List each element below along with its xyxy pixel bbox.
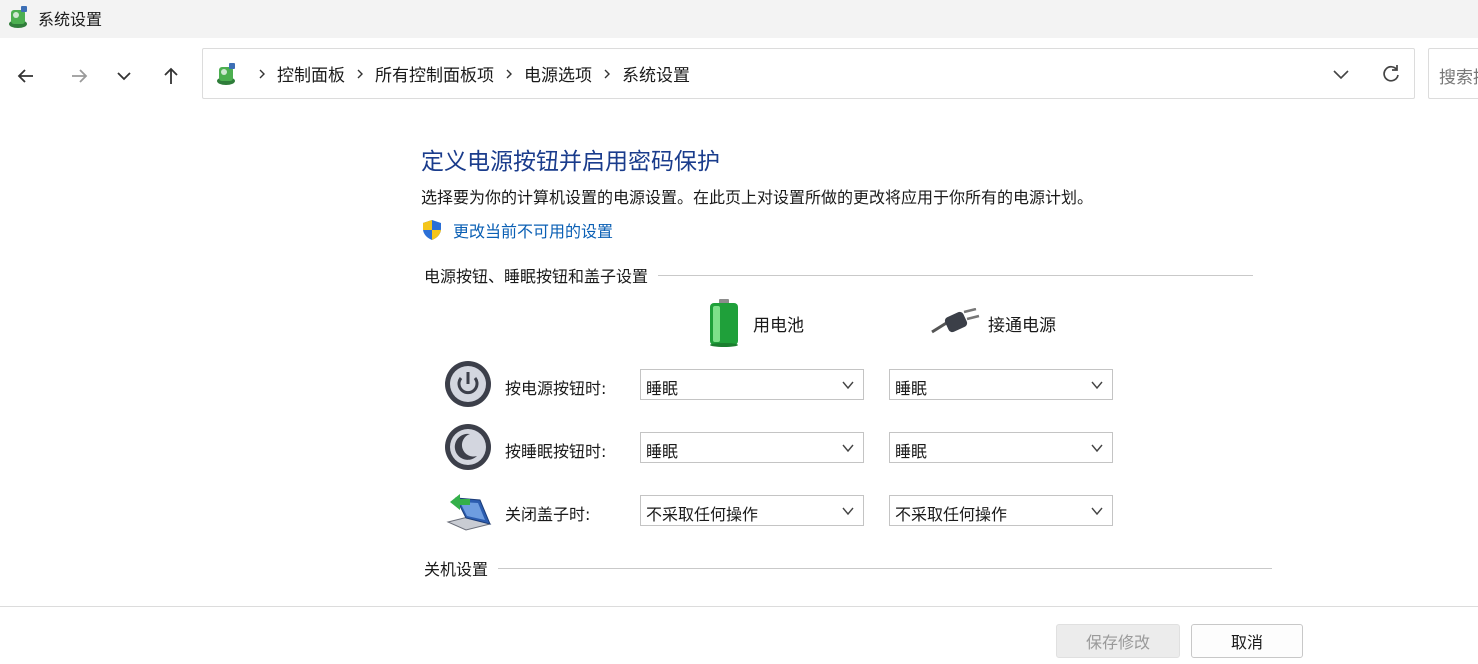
power-button-icon [445, 361, 491, 407]
section-title: 关机设置 [424, 560, 489, 579]
chevron-down-icon [1333, 70, 1349, 80]
control-panel-icon [217, 62, 235, 85]
select-value: 睡眠 [895, 442, 928, 461]
chevron-down-icon [842, 507, 854, 516]
chevron-down-icon [1091, 507, 1103, 516]
chevron-right-icon [257, 68, 267, 80]
sleep-button-icon [445, 424, 491, 470]
window-title: 系统设置 [38, 10, 103, 29]
footer: 保存修改 取消 [0, 606, 1478, 664]
page-description: 选择要为你的计算机设置的电源设置。在此页上对设置所做的更改将应用于你所有的电源计… [421, 188, 1094, 207]
chevron-down-icon [842, 381, 854, 390]
main-content: 定义电源按钮并启用密码保护 选择要为你的计算机设置的电源设置。在此页上对设置所做… [0, 110, 1478, 606]
sleep-button-plugged-select[interactable]: 睡眠 [889, 432, 1113, 463]
select-value: 不采取任何操作 [646, 505, 759, 524]
lid-close-battery-select[interactable]: 不采取任何操作 [640, 495, 864, 526]
address-bar[interactable]: 控制面板 所有控制面板项 电源选项 系统设置 [202, 48, 1415, 99]
back-button[interactable] [10, 60, 42, 92]
select-value: 睡眠 [895, 379, 928, 398]
forward-button[interactable] [63, 60, 95, 92]
uac-shield-icon [423, 220, 441, 240]
change-unavailable-settings-link[interactable]: 更改当前不可用的设置 [421, 218, 613, 242]
chevron-down-icon [117, 72, 131, 81]
breadcrumb-item-all-items[interactable]: 所有控制面板项 [375, 61, 494, 86]
sleep-button-battery-select[interactable]: 睡眠 [640, 432, 864, 463]
save-changes-button[interactable]: 保存修改 [1056, 624, 1180, 658]
footer-divider [0, 606, 1478, 607]
column-header-battery: 用电池 [705, 298, 804, 348]
navigation-bar: 控制面板 所有控制面板项 电源选项 系统设置 搜索 [0, 38, 1478, 110]
column-header-battery-label: 用电池 [753, 315, 804, 336]
select-value: 睡眠 [646, 442, 679, 461]
power-plug-icon [931, 308, 980, 334]
laptop-lid-icon [446, 494, 492, 531]
select-value: 睡眠 [646, 379, 679, 398]
breadcrumb-item-system-settings[interactable]: 系统设置 [622, 61, 690, 86]
chevron-right-icon[interactable] [602, 68, 612, 80]
power-button-plugged-select[interactable]: 睡眠 [889, 369, 1113, 400]
section-divider [658, 274, 1254, 276]
select-value: 不采取任何操作 [895, 505, 1008, 524]
lid-close-plugged-select[interactable]: 不采取任何操作 [889, 495, 1113, 526]
column-header-plugged-label: 接通电源 [988, 315, 1056, 336]
cancel-button[interactable]: 取消 [1191, 624, 1303, 658]
section-shutdown: 关机设置 [424, 558, 1273, 579]
refresh-icon [1383, 65, 1399, 82]
refresh-button[interactable] [1378, 61, 1404, 87]
breadcrumb-item-control-panel[interactable]: 控制面板 [277, 61, 345, 86]
arrow-up-icon [164, 67, 178, 84]
power-button-battery-select[interactable]: 睡眠 [640, 369, 864, 400]
column-header-plugged-in: 接通电源 [930, 308, 1056, 338]
battery-icon [710, 299, 738, 347]
chevron-right-icon[interactable] [355, 68, 365, 80]
page-title: 定义电源按钮并启用密码保护 [421, 149, 720, 175]
breadcrumb: 控制面板 所有控制面板项 电源选项 系统设置 [213, 49, 690, 98]
recent-locations-button[interactable] [108, 60, 140, 92]
chevron-down-icon [1091, 444, 1103, 453]
search-input[interactable]: 搜索控制面板 [1428, 48, 1478, 99]
section-divider [498, 567, 1273, 569]
chevron-down-icon [1091, 381, 1103, 390]
title-bar: 系统设置 [0, 0, 1478, 38]
arrow-right-icon [72, 69, 88, 83]
change-link-text[interactable]: 更改当前不可用的设置 [453, 218, 613, 242]
chevron-right-icon[interactable] [504, 68, 514, 80]
up-button[interactable] [155, 60, 187, 92]
arrow-left-icon [17, 69, 33, 83]
sleep-button-label: 按睡眠按钮时: [505, 442, 607, 461]
address-history-button[interactable] [1328, 61, 1354, 87]
breadcrumb-item-power-options[interactable]: 电源选项 [524, 61, 592, 86]
control-panel-app-icon [9, 6, 27, 28]
chevron-down-icon [842, 444, 854, 453]
section-title: 电源按钮、睡眠按钮和盖子设置 [424, 267, 649, 286]
power-button-label: 按电源按钮时: [505, 379, 607, 398]
search-placeholder: 搜索控制面板 [1439, 68, 1478, 88]
section-power-buttons: 电源按钮、睡眠按钮和盖子设置 [424, 265, 1254, 286]
lid-close-label: 关闭盖子时: [505, 505, 591, 524]
